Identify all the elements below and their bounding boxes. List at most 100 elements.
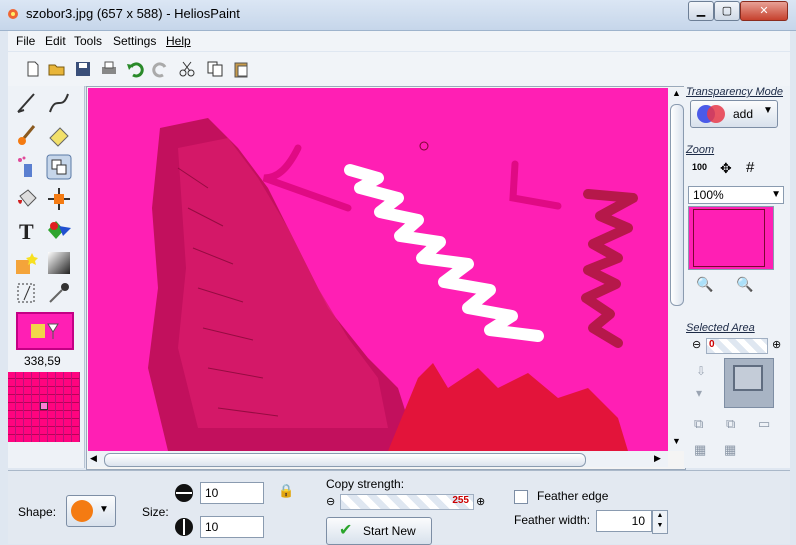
cursor-coordinates: 338,59	[24, 354, 61, 368]
zoom-fit-icon[interactable]: ✥	[720, 160, 732, 177]
horizontal-scrollbar[interactable]: ◀ ▶	[88, 451, 668, 467]
chevron-down-icon: ▼	[763, 105, 773, 116]
crop-icon[interactable]: ⧉	[694, 416, 703, 432]
width-icon	[175, 484, 193, 502]
menu-tools[interactable]: Tools	[74, 34, 102, 48]
size-width-input[interactable]: 10	[200, 482, 264, 504]
paint-selection-icon[interactable]: ⧉	[726, 416, 735, 432]
vertical-scroll-thumb	[670, 104, 684, 306]
menu-edit[interactable]: Edit	[45, 34, 66, 48]
copy-selection-icon[interactable]: ▦	[694, 442, 706, 458]
clone-stamp-icon[interactable]	[46, 154, 72, 180]
copy-strength-value: 255	[452, 495, 469, 506]
menu-settings[interactable]: Settings	[113, 34, 156, 48]
paste-icon[interactable]	[232, 60, 250, 78]
magic-wand-icon[interactable]	[14, 250, 40, 276]
color-picker-icon[interactable]	[46, 280, 72, 306]
feather-edge-checkbox[interactable]	[514, 490, 528, 504]
cut-icon[interactable]	[178, 60, 196, 78]
copy-strength-slider[interactable]: 255	[340, 494, 474, 510]
redo-icon[interactable]	[152, 60, 170, 78]
open-folder-icon[interactable]	[48, 60, 66, 78]
tool-options-panel: Shape: ▼ Size: 10 10 🔒 Copy strength: ⊖ …	[8, 470, 790, 545]
minimize-icon: ▁	[696, 5, 706, 17]
gradient-icon[interactable]	[46, 250, 72, 276]
decrease-icon[interactable]: ⊖	[326, 495, 335, 508]
scroll-down-icon[interactable]: ▼	[672, 436, 681, 446]
paint-bucket-icon[interactable]	[14, 186, 40, 212]
copy-strength-label: Copy strength:	[326, 477, 405, 491]
feather-edge-label: Feather edge	[537, 489, 609, 503]
minimize-button[interactable]: ▁	[688, 1, 714, 21]
clone-preview-icon	[31, 323, 59, 339]
menu-help[interactable]: Help	[166, 34, 191, 48]
feather-width-label: Feather width:	[514, 513, 591, 527]
shapes-icon[interactable]	[46, 218, 72, 244]
zoom-out-icon[interactable]: 🔍	[736, 276, 753, 293]
brush-icon[interactable]	[14, 122, 40, 148]
maximize-button[interactable]: ▢	[714, 1, 740, 21]
selected-area-label: Selected Area	[686, 322, 755, 334]
move-icon[interactable]	[46, 186, 72, 212]
right-panel: Transparency Mode add ▼ Zoom 100 ✥ # 100…	[684, 86, 790, 468]
size-height-input[interactable]: 10	[200, 516, 264, 538]
close-button[interactable]: ✕	[740, 1, 788, 21]
feather-width-input[interactable]: 10	[596, 510, 652, 532]
selection-tool-icon[interactable]: ⇩	[696, 364, 706, 378]
undo-icon[interactable]	[126, 60, 144, 78]
chevron-down-icon: ▼	[99, 504, 109, 515]
toolbar	[8, 52, 790, 87]
scroll-left-icon[interactable]: ◀	[90, 453, 97, 464]
paste-selection-icon[interactable]: ▦	[724, 442, 736, 458]
drop-icon[interactable]: ▾	[696, 386, 702, 400]
height-icon	[175, 518, 193, 536]
grid-icon[interactable]: #	[746, 159, 754, 176]
pencil-icon[interactable]	[14, 90, 40, 116]
curve-icon[interactable]	[46, 90, 72, 116]
new-file-icon[interactable]	[24, 60, 42, 78]
save-icon[interactable]	[74, 60, 92, 78]
print-icon[interactable]	[100, 60, 118, 78]
transparency-mode-select[interactable]: add ▼	[690, 100, 778, 128]
svg-text:T: T	[19, 219, 34, 244]
chevron-down-icon: ▼	[771, 189, 781, 200]
shape-select[interactable]: ▼	[66, 495, 116, 527]
vertical-scrollbar[interactable]: ▲ ▼	[668, 88, 684, 451]
title-bar: szobor3.jpg (657 x 588) - HeliosPaint ▁ …	[0, 0, 796, 31]
zoom-select[interactable]: 100% ▼	[688, 186, 784, 204]
transform-icon[interactable]	[14, 280, 40, 306]
circle-shape-icon	[71, 500, 93, 522]
increase-icon[interactable]: ⊕	[772, 338, 781, 351]
blend-mode-icon	[697, 105, 725, 123]
maximize-icon: ▢	[721, 5, 733, 17]
brush-grid[interactable]	[8, 372, 80, 442]
menu-file[interactable]: File	[16, 34, 35, 48]
scroll-up-icon[interactable]: ▲	[672, 88, 681, 98]
lock-icon[interactable]: 🔒	[278, 483, 294, 499]
selected-area-slider[interactable]: 0	[706, 338, 768, 354]
app-icon	[8, 9, 18, 19]
spray-icon[interactable]	[14, 154, 40, 180]
zoom-100-icon[interactable]: 100	[692, 162, 707, 172]
selection-preview	[724, 358, 774, 408]
navigator-thumbnail[interactable]	[688, 206, 774, 270]
active-tool-preview[interactable]	[16, 312, 74, 350]
size-label: Size:	[142, 505, 169, 519]
start-new-button[interactable]: ✔ Start New	[326, 517, 432, 545]
rectangle-icon[interactable]: ▭	[758, 416, 770, 432]
zoom-in-icon[interactable]: 🔍	[696, 276, 713, 293]
image-canvas[interactable]	[88, 88, 668, 451]
image-content	[88, 88, 668, 451]
transparency-mode-value: add	[733, 107, 754, 121]
transparency-mode-label: Transparency Mode	[686, 86, 784, 98]
scroll-right-icon[interactable]: ▶	[654, 453, 661, 464]
increase-icon[interactable]: ⊕	[476, 495, 485, 508]
selected-area-value: 0	[709, 339, 715, 350]
eraser-icon[interactable]	[46, 122, 72, 148]
text-icon[interactable]: T	[14, 218, 40, 244]
feather-width-spinner[interactable]: ▲ ▼	[652, 510, 668, 534]
copy-icon[interactable]	[206, 60, 224, 78]
decrease-icon[interactable]: ⊖	[692, 338, 701, 351]
close-icon: ✕	[759, 5, 769, 17]
zoom-label: Zoom	[686, 144, 715, 156]
